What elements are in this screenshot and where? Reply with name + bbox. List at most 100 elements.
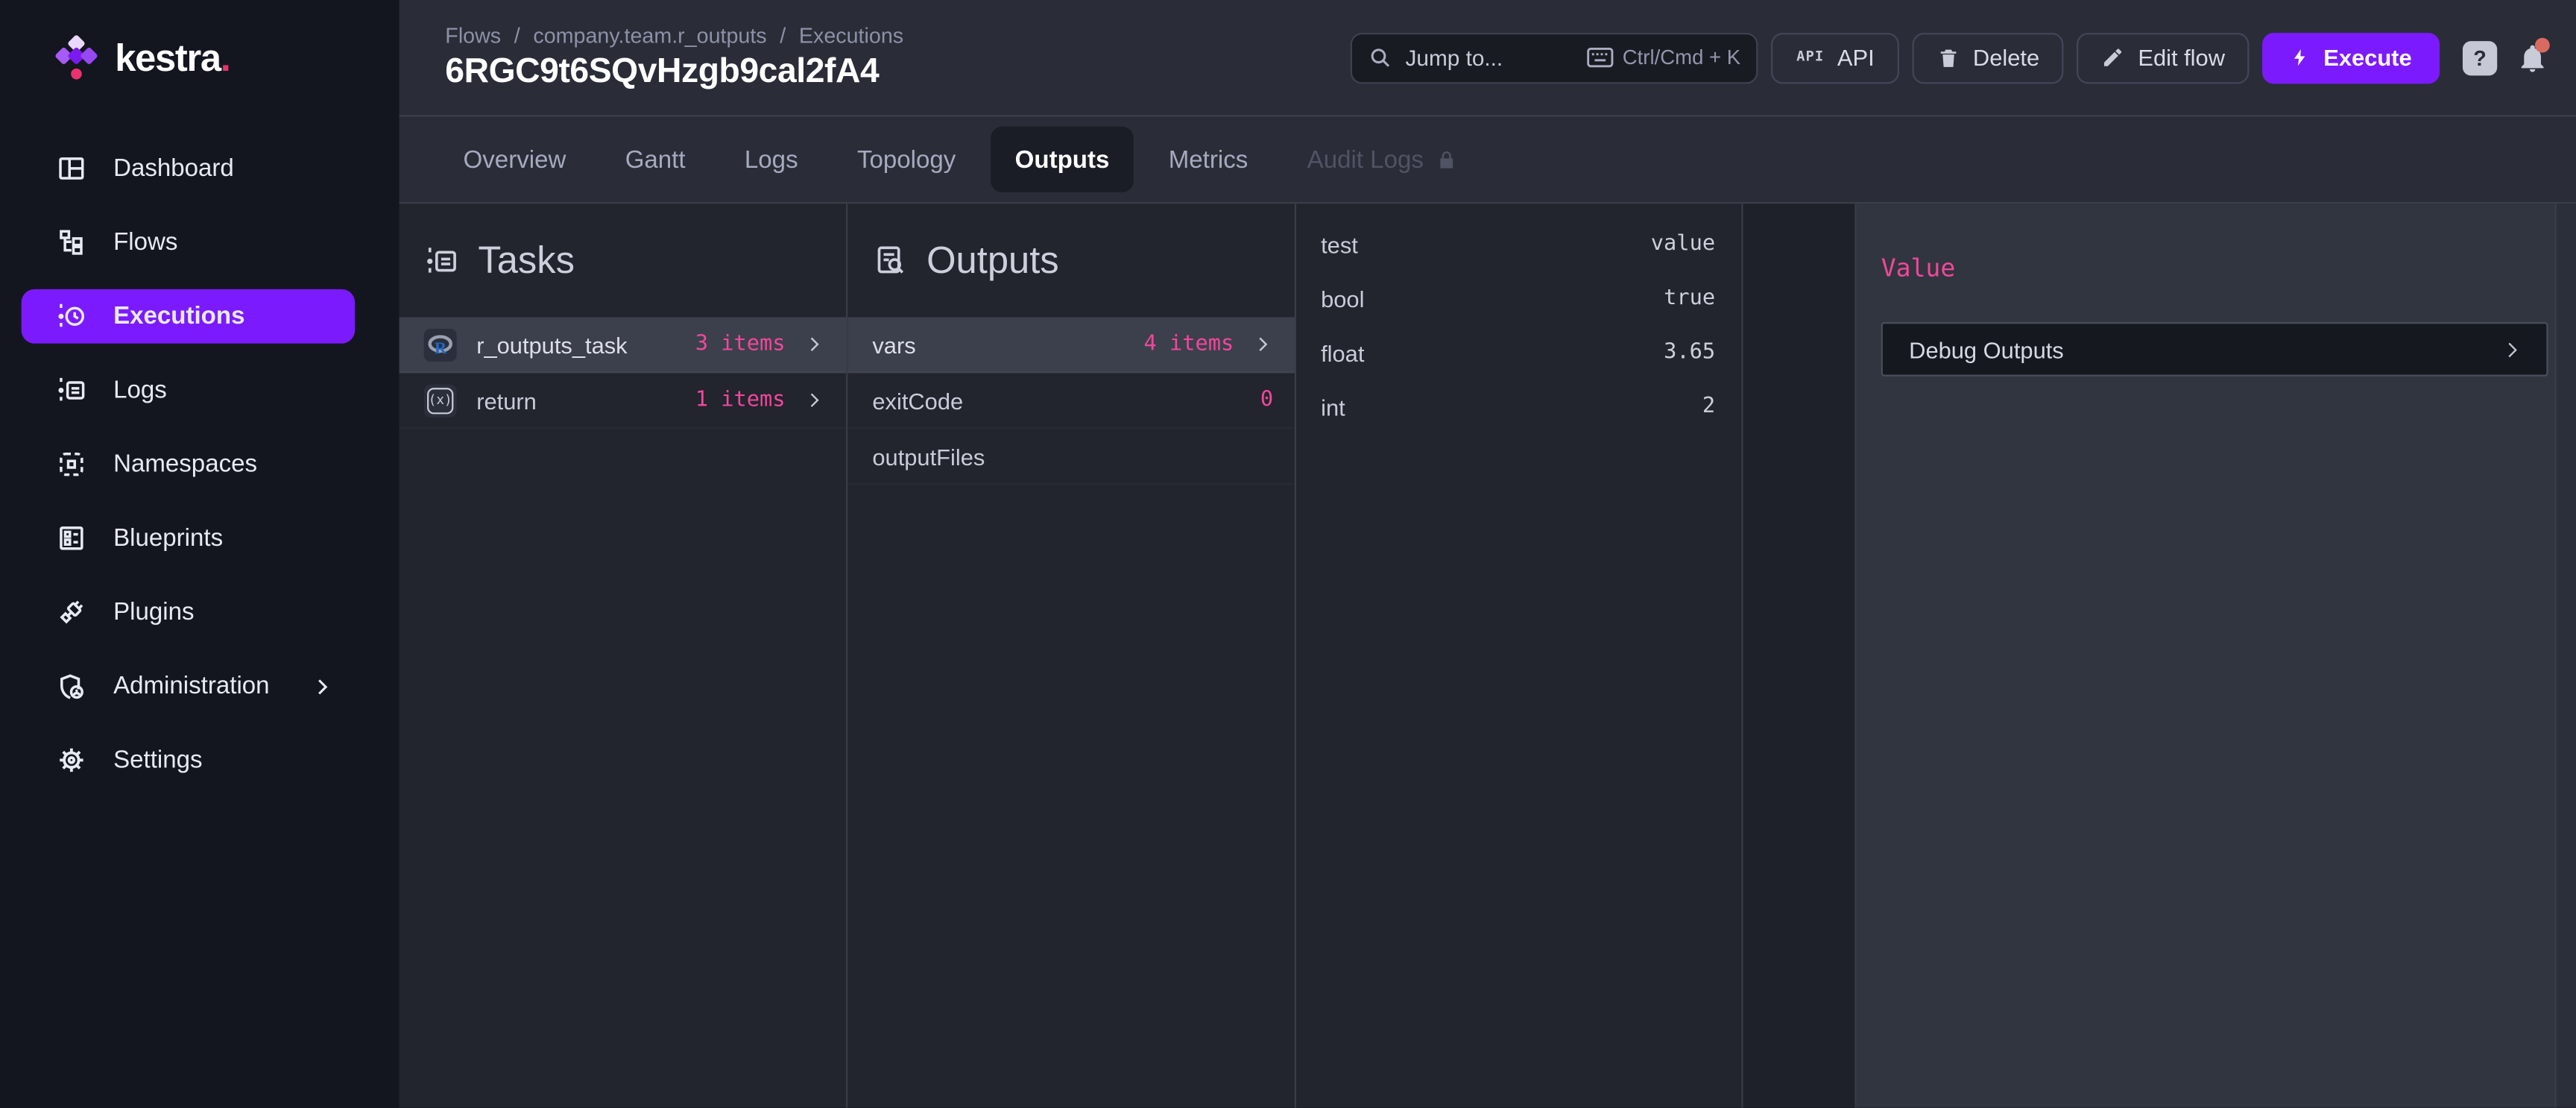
output-label: vars xyxy=(872,331,915,357)
attribute-row-test[interactable]: test value xyxy=(1296,217,1741,271)
tab-overview[interactable]: Overview xyxy=(438,127,590,192)
output-label: exitCode xyxy=(872,387,963,413)
logs-icon xyxy=(56,375,87,406)
sidebar-nav: Dashboard Flows Executions Logs xyxy=(0,131,400,797)
help-button[interactable]: ? xyxy=(2463,40,2497,75)
attribute-row-float[interactable]: float 3.65 xyxy=(1296,325,1741,380)
administration-icon xyxy=(56,670,87,702)
sidebar-item-label: Flows xyxy=(113,228,177,256)
kestra-logo[interactable]: kestra. xyxy=(0,0,400,112)
sidebar-item-dashboard[interactable]: Dashboard xyxy=(0,131,400,205)
sidebar: kestra. Dashboard Flows Executions xyxy=(0,0,400,1108)
attribute-row-bool[interactable]: bool true xyxy=(1296,271,1741,326)
lightning-bolt-icon xyxy=(2291,46,2310,69)
attribute-value: value xyxy=(1651,232,1715,256)
empty-column xyxy=(1743,204,1857,1108)
outputs-icon xyxy=(872,242,908,278)
tab-metrics[interactable]: Metrics xyxy=(1144,127,1273,192)
value-panel: Value Debug Outputs xyxy=(1857,204,2555,1108)
task-row-return[interactable]: (x) return 1 items xyxy=(400,373,847,429)
breadcrumb: Flows / company.team.r_outputs / Executi… xyxy=(445,23,1351,48)
brand-name: kestra xyxy=(115,36,220,78)
brand-dot: . xyxy=(221,36,231,78)
settings-gear-icon xyxy=(56,744,87,775)
api-icon: API xyxy=(1796,49,1824,66)
tab-outputs[interactable]: Outputs xyxy=(991,127,1134,192)
executions-icon xyxy=(56,300,87,332)
output-row-exitcode[interactable]: exitCode 0 xyxy=(847,373,1295,429)
attribute-key: float xyxy=(1321,339,1364,365)
outputs-column: Outputs vars 4 items exitCode 0 xyxy=(847,204,1296,1108)
execution-tabs: Overview Gantt Logs Topology Outputs Met… xyxy=(400,116,2576,204)
edit-flow-button[interactable]: Edit flow xyxy=(2077,32,2250,83)
execute-button[interactable]: Execute xyxy=(2263,32,2440,83)
jump-to-search[interactable]: Jump to... Ctrl/Cmd + K xyxy=(1351,32,1759,83)
sidebar-item-flows[interactable]: Flows xyxy=(0,206,400,280)
output-value: 0 xyxy=(1260,388,1273,412)
output-row-vars[interactable]: vars 4 items xyxy=(847,317,1295,373)
value-panel-title: Value xyxy=(1881,253,2555,283)
keyboard-icon xyxy=(1586,48,1612,67)
debug-outputs-button[interactable]: Debug Outputs xyxy=(1881,322,2548,377)
sidebar-item-label: Administration xyxy=(113,672,269,699)
sidebar-item-blueprints[interactable]: Blueprints xyxy=(0,501,400,575)
outputs-panel: Tasks R r_outputs_task 3 items xyxy=(400,204,2576,1108)
blueprints-icon xyxy=(56,523,87,554)
chevron-right-icon xyxy=(311,675,334,698)
search-icon xyxy=(1369,46,1392,69)
tab-logs[interactable]: Logs xyxy=(720,127,823,192)
trash-icon xyxy=(1936,45,1960,70)
kestra-logo-icon xyxy=(54,34,99,82)
sidebar-item-label: Plugins xyxy=(113,598,194,626)
chevron-right-icon xyxy=(804,389,825,411)
breadcrumb-separator: / xyxy=(514,23,520,48)
breadcrumb-executions[interactable]: Executions xyxy=(799,23,903,48)
api-button[interactable]: API API xyxy=(1772,32,1899,83)
attribute-value: 3.65 xyxy=(1664,340,1715,365)
vertical-scrollbar[interactable] xyxy=(2554,204,2576,1108)
delete-button[interactable]: Delete xyxy=(1912,32,2064,83)
output-row-outputfiles[interactable]: outputFiles xyxy=(847,429,1295,485)
pencil-icon xyxy=(2102,46,2125,69)
task-row-r-outputs-task[interactable]: R r_outputs_task 3 items xyxy=(400,317,847,373)
sidebar-item-logs[interactable]: Logs xyxy=(0,353,400,427)
search-placeholder: Jump to... xyxy=(1406,45,1503,70)
svg-text:R: R xyxy=(435,338,447,356)
output-label: outputFiles xyxy=(872,443,985,469)
outputs-column-title: Outputs xyxy=(926,239,1059,283)
sidebar-item-executions[interactable]: Executions xyxy=(22,289,355,344)
execution-id-title: 6RGC9t6SQvHzgb9cal2fA4 xyxy=(445,53,1351,92)
namespaces-icon xyxy=(56,449,87,480)
tasks-column-title: Tasks xyxy=(478,239,575,283)
sidebar-item-label: Blueprints xyxy=(113,524,223,552)
task-label: r_outputs_task xyxy=(476,331,627,357)
attribute-key: bool xyxy=(1321,285,1364,311)
question-mark-icon: ? xyxy=(2473,45,2487,70)
tab-topology[interactable]: Topology xyxy=(833,127,980,192)
sidebar-item-administration[interactable]: Administration xyxy=(0,649,400,723)
tasks-icon xyxy=(424,242,460,278)
sidebar-item-settings[interactable]: Settings xyxy=(0,723,400,797)
breadcrumb-namespace[interactable]: company.team.r_outputs xyxy=(533,23,766,48)
task-items-count: 3 items xyxy=(695,332,786,356)
sidebar-item-label: Dashboard xyxy=(113,154,234,182)
tab-gantt[interactable]: Gantt xyxy=(601,127,710,192)
notification-dot xyxy=(2535,37,2550,52)
attribute-row-int[interactable]: int 2 xyxy=(1296,380,1741,434)
breadcrumb-flows[interactable]: Flows xyxy=(445,23,501,48)
search-shortcut: Ctrl/Cmd + K xyxy=(1623,46,1740,69)
sidebar-item-label: Logs xyxy=(113,377,167,404)
sidebar-item-plugins[interactable]: Plugins xyxy=(0,575,400,649)
attribute-value: true xyxy=(1664,286,1715,311)
attribute-value: 2 xyxy=(1702,394,1715,419)
task-items-count: 1 items xyxy=(695,388,786,412)
sidebar-item-label: Executions xyxy=(113,303,244,330)
output-items-count: 4 items xyxy=(1144,332,1234,356)
sidebar-item-label: Settings xyxy=(113,746,202,774)
lock-icon xyxy=(1435,148,1456,170)
notifications-button[interactable] xyxy=(2517,42,2548,73)
task-label: return xyxy=(476,387,537,413)
sidebar-item-namespaces[interactable]: Namespaces xyxy=(0,427,400,501)
chevron-right-icon xyxy=(1252,333,1274,355)
plugins-icon xyxy=(56,597,87,628)
